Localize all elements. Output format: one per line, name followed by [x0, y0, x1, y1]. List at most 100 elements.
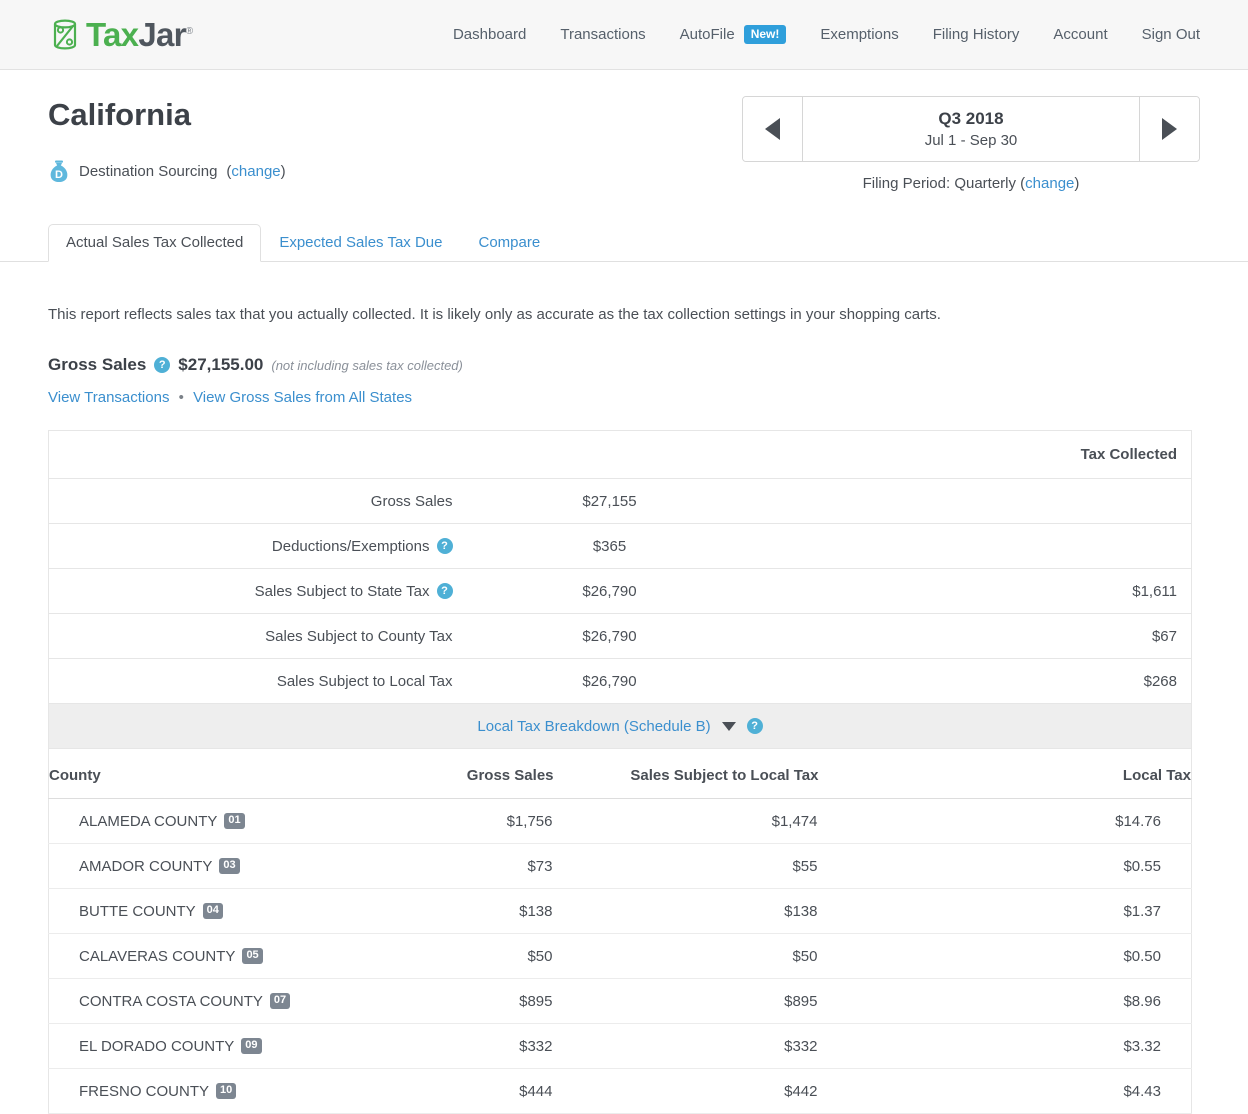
row-amount-local-tax: $26,790 [582, 672, 637, 690]
sourcing-icon-letter: D [55, 169, 63, 181]
period-display[interactable]: Q3 2018 Jul 1 - Sep 30 [803, 97, 1139, 161]
county-gross-sales: $895 [378, 978, 554, 1024]
county-gross-sales: $138 [378, 888, 554, 934]
left-arrow-icon [765, 118, 780, 140]
row-tax-gross-sales [752, 478, 1192, 524]
filing-period-change-link[interactable]: change [1025, 175, 1074, 192]
gross-sales-help-icon[interactable]: ? [154, 357, 171, 373]
nav-item-filing-history[interactable]: Filing History [933, 26, 1020, 43]
county-cell: EL DORADO COUNTY 09 [48, 1023, 379, 1069]
gross-sales-label: Gross Sales [48, 355, 147, 374]
county-name-wrap: CONTRA COSTA COUNTY 07 [79, 993, 291, 1010]
county-cell: CALAVERAS COUNTY 05 [48, 933, 379, 979]
gross-sales-value: $27,155.00 [178, 355, 264, 374]
view-gross-sales-all-states-link[interactable]: View Gross Sales from All States [193, 389, 412, 406]
period-date-range: Jul 1 - Sep 30 [924, 132, 1018, 149]
sourcing-info: D Destination Sourcing (change) [48, 159, 286, 183]
row-label-gross-sales: Gross Sales [48, 478, 467, 524]
row-tax-county-tax: $67 [752, 613, 1192, 659]
county-name: EL DORADO COUNTY [79, 1037, 235, 1055]
row-label-local-tax: Sales Subject to Local Tax [276, 672, 453, 690]
sourcing-change-link[interactable]: change [231, 163, 280, 180]
county-subject-local-tax: $50 [553, 933, 819, 979]
header-amount-blank [466, 430, 753, 479]
row-label-text: Deductions/Exemptions [271, 537, 430, 555]
local-tax-breakdown-bar: Local Tax Breakdown (Schedule B) ? [48, 704, 1192, 749]
county-breakdown-table: County Gross Sales Sales Subject to Loca… [48, 749, 1192, 1114]
header-label-blank [48, 430, 467, 479]
county-table-head: County Gross Sales Sales Subject to Loca… [48, 749, 1192, 799]
table-row: FRESNO COUNTY 10 $444 $442 $4.43 [48, 1068, 1192, 1114]
tab-actual-sales-tax-collected[interactable]: Actual Sales Tax Collected [48, 224, 262, 262]
table-header-row: County Gross Sales Sales Subject to Loca… [48, 749, 1192, 799]
nav-item-sign-out[interactable]: Sign Out [1142, 26, 1200, 43]
county-local-tax: $0.55 [818, 843, 1192, 889]
period-selector-block: Q3 2018 Jul 1 - Sep 30 Filing Period: Qu… [742, 96, 1200, 192]
row-label-text: Sales Subject to State Tax [254, 582, 430, 600]
page-root: TaxJar® Dashboard Transactions AutoFile … [0, 0, 1248, 1114]
nav-item-exemptions[interactable]: Exemptions [820, 26, 898, 43]
county-code-badge: 07 [269, 993, 291, 1009]
link-separator: • [178, 389, 184, 406]
nav-item-autofile[interactable]: AutoFile New! [680, 25, 787, 44]
right-arrow-icon [1162, 118, 1177, 140]
filing-period-close-paren: ) [1074, 175, 1080, 192]
tab-compare[interactable]: Compare [460, 224, 558, 262]
county-name: ALAMEDA COUNTY [79, 812, 218, 830]
sourcing-change-wrap: (change) [226, 162, 286, 180]
row-amount-gross-sales: $27,155 [466, 478, 753, 524]
county-local-tax: $14.76 [818, 798, 1192, 844]
county-table-body: ALAMEDA COUNTY 01 $1,756 $1,474 $14.76 A… [48, 798, 1192, 1114]
tab-expected-sales-tax-due[interactable]: Expected Sales Tax Due [261, 224, 460, 262]
county-name-wrap: CALAVERAS COUNTY 05 [79, 948, 263, 965]
previous-period-button[interactable] [743, 97, 803, 161]
table-row: BUTTE COUNTY 04 $138 $138 $1.37 [48, 888, 1192, 934]
row-label-deductions-exemptions: Deductions/Exemptions ? [48, 523, 467, 569]
main-nav: Dashboard Transactions AutoFile New! Exe… [453, 25, 1200, 44]
gross-sales-note: (not including sales tax collected) [271, 357, 463, 373]
county-subject-local-tax: $442 [553, 1068, 819, 1114]
view-transactions-link[interactable]: View Transactions [48, 389, 169, 406]
county-name-wrap: ALAMEDA COUNTY 01 [79, 813, 245, 830]
table-row: CALAVERAS COUNTY 05 $50 $50 $0.50 [48, 933, 1192, 979]
top-navigation-bar: TaxJar® Dashboard Transactions AutoFile … [0, 0, 1248, 70]
county-name: CALAVERAS COUNTY [79, 947, 236, 965]
row-label-state-tax: Sales Subject to State Tax ? [48, 568, 467, 614]
local-tax-breakdown-link[interactable]: Local Tax Breakdown (Schedule B) [477, 718, 710, 735]
table-row: EL DORADO COUNTY 09 $332 $332 $3.32 [48, 1023, 1192, 1069]
county-cell: AMADOR COUNTY 03 [48, 843, 379, 889]
county-local-tax: $3.32 [818, 1023, 1192, 1069]
county-cell: BUTTE COUNTY 04 [48, 888, 379, 934]
nav-item-transactions[interactable]: Transactions [560, 26, 645, 43]
label-with-help-wrap: Sales Subject to State Tax ? [255, 583, 453, 600]
county-subject-local-tax: $1,474 [553, 798, 819, 844]
nav-item-dashboard[interactable]: Dashboard [453, 26, 526, 43]
page-title: California [48, 97, 191, 132]
row-label-county-tax: Sales Subject to County Tax [48, 613, 467, 659]
row-amount-state-tax: $26,790 [466, 568, 753, 614]
chevron-down-icon[interactable] [721, 721, 736, 731]
logo-registered-mark: ® [185, 26, 193, 37]
taxjar-logo[interactable]: TaxJar® [48, 16, 193, 53]
county-name: BUTTE COUNTY [79, 902, 196, 920]
county-code-badge: 03 [219, 858, 240, 874]
county-cell: FRESNO COUNTY 10 [48, 1068, 379, 1114]
period-stepper: Q3 2018 Jul 1 - Sep 30 [742, 96, 1200, 162]
row-amount-deductions-exemptions: $365 [466, 523, 753, 569]
breakdown-help-icon[interactable]: ? [746, 718, 763, 734]
report-description: This report reflects sales tax that you … [48, 306, 941, 323]
next-period-button[interactable] [1139, 97, 1199, 161]
page-header-row: California D Destination Sourcing (chang… [48, 70, 1200, 192]
tax-summary-table-head: Tax Collected [48, 430, 1192, 479]
table-row: Gross Sales $27,155 [48, 478, 1192, 524]
label-with-help-wrap: Deductions/Exemptions ? [272, 538, 453, 555]
state-tax-help-icon[interactable]: ? [436, 583, 453, 599]
tax-summary-table: Tax Collected Gross Sales $27,155 Deduct… [48, 430, 1192, 704]
county-name-wrap: EL DORADO COUNTY 09 [79, 1038, 262, 1055]
logo-text-jar: Jar [138, 16, 186, 53]
nav-item-account[interactable]: Account [1053, 26, 1107, 43]
row-tax-local-tax: $268 [1143, 672, 1177, 690]
deductions-help-icon[interactable]: ? [436, 538, 453, 554]
county-cell: CONTRA COSTA COUNTY 07 [48, 978, 379, 1024]
filing-period-text: Filing Period: Quarterly ( [862, 175, 1026, 192]
